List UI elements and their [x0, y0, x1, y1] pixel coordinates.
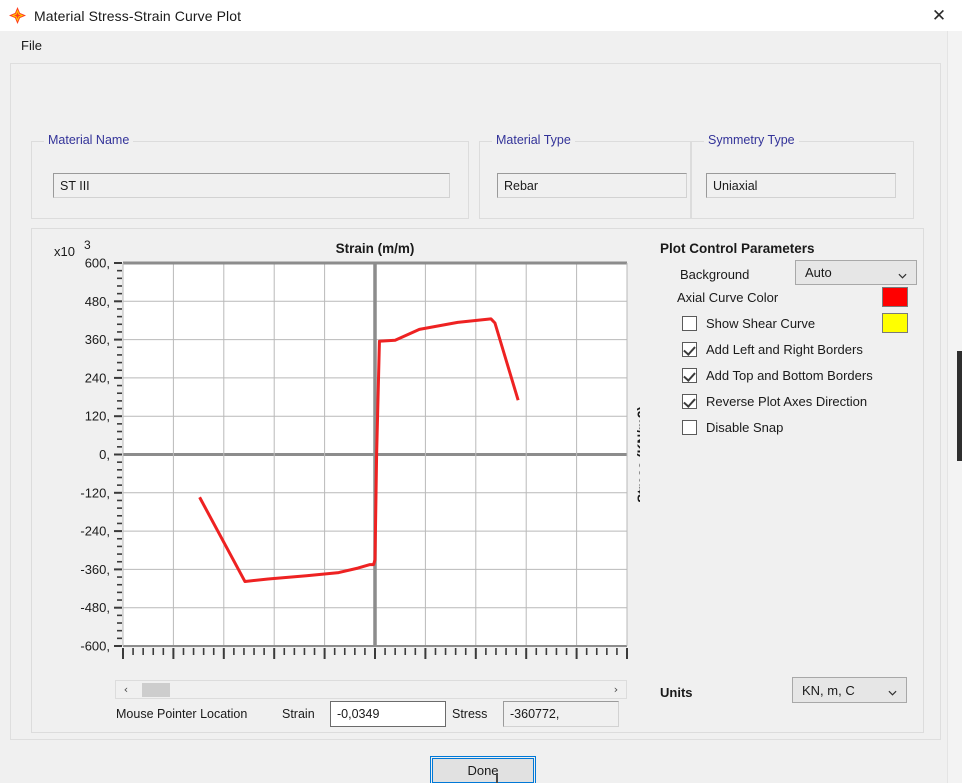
add-top-bottom-borders-checkbox-box[interactable] [682, 368, 697, 383]
material-name-label: Material Name [44, 133, 134, 147]
show-shear-curve-label: Show Shear Curve [706, 316, 816, 331]
background-dropdown-value: Auto [805, 265, 832, 280]
svg-text:-600,: -600, [80, 639, 110, 654]
background-dropdown[interactable]: Auto [795, 260, 917, 285]
close-icon[interactable]: ✕ [916, 0, 962, 31]
units-label: Units [660, 685, 693, 700]
chevron-down-icon [888, 686, 897, 696]
stress-value-input[interactable]: -360772, [503, 701, 619, 727]
dialog-client-area: Material Name ST III Material Type Rebar… [0, 59, 962, 783]
add-left-right-borders-checkbox-box[interactable] [682, 342, 697, 357]
svg-text:-240,: -240, [80, 524, 110, 539]
axial-curve-color-label-text: Axial Curve Color [677, 290, 779, 305]
svg-text:-100,: -100, [562, 664, 592, 665]
scroll-left-icon[interactable]: ‹ [117, 681, 135, 698]
add-top-bottom-borders-label: Add Top and Bottom Borders [706, 368, 873, 383]
material-name-group: Material Name ST III [31, 133, 469, 219]
svg-text:-75,: -75, [515, 664, 537, 665]
svg-text:-480,: -480, [80, 600, 110, 615]
svg-text:50,: 50, [265, 664, 283, 665]
axial-curve-color-swatch[interactable] [882, 287, 908, 307]
svg-text:Stress (KN/m2): Stress (KN/m2) [635, 406, 640, 503]
svg-text:480,: 480, [85, 294, 110, 309]
app-star-burst-icon [9, 7, 26, 24]
shear-curve-color-swatch[interactable] [882, 313, 908, 333]
svg-text:0,: 0, [99, 447, 110, 462]
stress-strain-chart[interactable]: 600, 480, 360, 240, 120, 0, -120, -240, -360, -48… [40, 235, 640, 665]
symmetry-type-group: Symmetry Type Uniaxial [691, 133, 914, 219]
add-top-bottom-borders-checkbox[interactable]: Add Top and Bottom Borders [682, 368, 873, 383]
mouse-pointer-location-label: Mouse Pointer Location [116, 707, 248, 721]
disable-snap-checkbox[interactable]: Disable Snap [682, 420, 783, 435]
reverse-plot-axes-direction-label: Reverse Plot Axes Direction [706, 394, 868, 409]
main-panel: Material Name ST III Material Type Rebar… [10, 63, 941, 783]
svg-text:100,: 100, [161, 664, 186, 665]
material-name-input[interactable]: ST III [53, 173, 450, 198]
svg-text:-25,: -25, [414, 664, 436, 665]
svg-text:3: 3 [84, 238, 91, 252]
material-type-group: Material Type Rebar [479, 133, 691, 219]
svg-text:x10: x10 [54, 244, 75, 259]
bottom-resize-indicator [496, 773, 498, 783]
menu-bar: File [0, 31, 962, 59]
done-button[interactable]: Done [430, 756, 536, 783]
show-shear-curve-checkbox-box[interactable] [682, 316, 697, 331]
material-type-label: Material Type [492, 133, 575, 147]
add-left-right-borders-label: Add Left and Right Borders [706, 342, 863, 357]
vertical-scrollbar-thumb[interactable] [957, 351, 962, 461]
symmetry-type-label: Symmetry Type [704, 133, 799, 147]
svg-text:-360,: -360, [80, 562, 110, 577]
stress-label: Stress [452, 707, 488, 721]
reverse-plot-axes-direction-checkbox-box[interactable] [682, 394, 697, 409]
strain-label: Strain [282, 707, 315, 721]
svg-text:25,: 25, [316, 664, 334, 665]
window-title-bar: Material Stress-Strain Curve Plot ✕ [0, 0, 962, 31]
svg-text:360,: 360, [85, 332, 110, 347]
stress-strain-chart-svg: 600, 480, 360, 240, 120, 0, -120, -240, -360, -48… [54, 238, 640, 665]
disable-snap-checkbox-box[interactable] [682, 420, 697, 435]
window-title: Material Stress-Strain Curve Plot [34, 7, 242, 24]
chevron-down-icon [898, 268, 907, 279]
disable-snap-label: Disable Snap [706, 420, 784, 435]
plot-group: 600, 480, 360, 240, 120, 0, -120, -240, -360, -48… [31, 228, 924, 733]
svg-text:75,: 75, [215, 664, 233, 665]
background-label: Background [680, 267, 749, 282]
svg-text:240,: 240, [85, 370, 110, 385]
symmetry-type-input[interactable]: Uniaxial [706, 173, 896, 198]
svg-text:0,: 0, [370, 664, 381, 665]
scroll-right-icon[interactable]: › [607, 681, 625, 698]
menu-item-file[interactable]: File [16, 36, 47, 55]
window-vertical-scrollbar[interactable] [947, 31, 962, 783]
svg-text:600,: 600, [85, 256, 110, 271]
background-label-text: Background [680, 267, 750, 282]
show-shear-curve-checkbox[interactable]: Show Shear Curve [682, 316, 815, 331]
svg-text:120,: 120, [85, 409, 110, 424]
strain-value-input[interactable]: -0,0349 [330, 701, 446, 727]
material-type-input[interactable]: Rebar [497, 173, 687, 198]
svg-text:-50,: -50, [465, 664, 487, 665]
plot-horizontal-scrollbar[interactable]: ‹ › [115, 680, 627, 699]
units-dropdown-value: KN, m, C [802, 682, 855, 698]
svg-text:-120,: -120, [80, 485, 110, 500]
reverse-plot-axes-direction-checkbox[interactable]: Reverse Plot Axes Direction [682, 394, 867, 409]
add-left-right-borders-checkbox[interactable]: Add Left and Right Borders [682, 342, 863, 357]
plot-control-parameters-title: Plot Control Parameters [660, 241, 815, 256]
axial-curve-color-label: Axial Curve Color [677, 290, 778, 305]
svg-text:125,: 125, [110, 664, 135, 665]
svg-text:x10: x10 [630, 664, 640, 665]
svg-text:Strain (m/m): Strain (m/m) [336, 241, 415, 256]
units-dropdown[interactable]: KN, m, C [792, 677, 907, 703]
scrollbar-thumb[interactable] [142, 683, 170, 697]
